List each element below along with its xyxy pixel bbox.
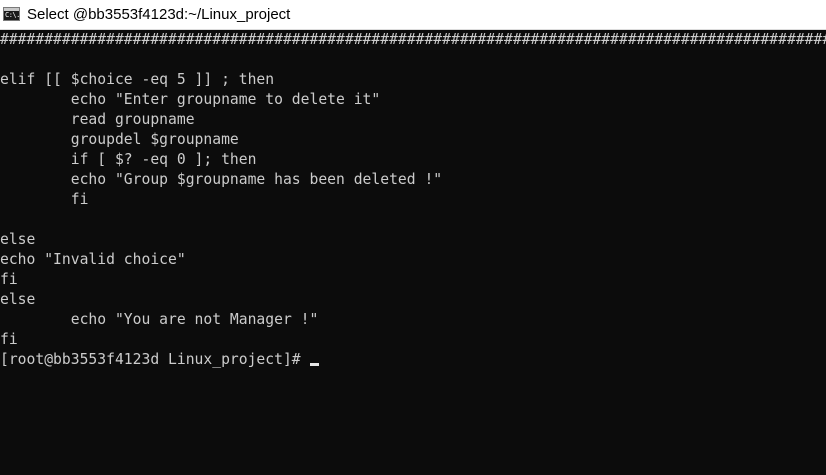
terminal-line: echo "Invalid choice" [0,251,186,268]
terminal-line: fi [0,271,18,288]
title-bar[interactable]: C:\. Select @bb3553f4123d:~/Linux_projec… [0,0,826,30]
cmd-console-icon[interactable]: C:\. [3,7,20,21]
terminal-line: if [ $? -eq 0 ]; then [0,151,257,168]
terminal-line: ########################################… [0,31,826,48]
icon-glyph: C:\. [5,11,20,19]
window-title: Select @bb3553f4123d:~/Linux_project [27,6,291,23]
terminal-line: else [0,291,36,308]
terminal-line: fi [0,331,18,348]
terminal-line: read groupname [0,111,195,128]
terminal-line: elif [[ $choice -eq 5 ]] ; then [0,71,275,88]
terminal-line: echo "Group $groupname has been deleted … [0,171,443,188]
terminal-line: echo "Enter groupname to delete it" [0,91,381,108]
console-window: C:\. Select @bb3553f4123d:~/Linux_projec… [0,0,826,475]
terminal-line: else [0,231,36,248]
shell-prompt: [root@bb3553f4123d Linux_project]# [0,351,301,368]
prompt-line[interactable]: [root@bb3553f4123d Linux_project]# [0,350,319,370]
text-cursor [309,363,319,366]
terminal-line: fi [0,191,89,208]
terminal-output[interactable]: ########################################… [0,30,826,475]
terminal-line: groupdel $groupname [0,131,239,148]
terminal-line: echo "You are not Manager !" [0,311,319,328]
